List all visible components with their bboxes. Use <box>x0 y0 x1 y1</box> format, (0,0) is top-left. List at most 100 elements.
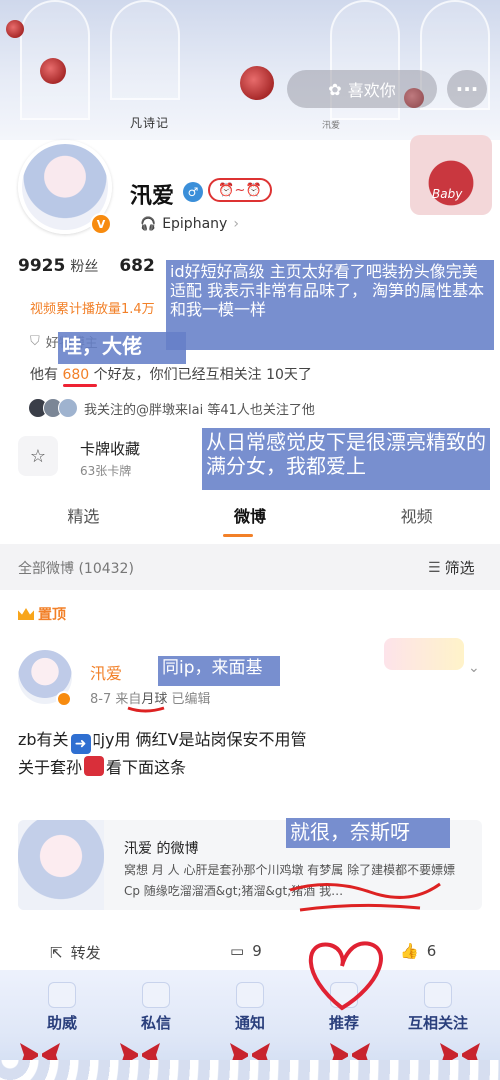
nav-mutual-follow[interactable]: 互相关注 <box>388 1012 488 1033</box>
post-text-segment: jy用 俩红Ⅴ是站岗保安不用管 <box>100 730 307 749</box>
post-source[interactable]: 月球 <box>141 692 167 707</box>
message-icon <box>142 982 170 1008</box>
crown-icon <box>18 608 34 620</box>
mailbox-emoji-icon <box>84 756 105 776</box>
forward-label: 转发 <box>70 944 101 962</box>
card-collection-icon[interactable]: ☆ <box>18 436 58 476</box>
followers-label: 粉丝 <box>70 259 99 275</box>
like-post-button[interactable]: 👍 6 <box>400 942 436 960</box>
more-button[interactable]: ··· <box>447 70 487 108</box>
tab-video[interactable]: 视频 <box>333 500 500 538</box>
post-from-label: 来自 <box>115 692 142 707</box>
chevron-right-icon: › <box>233 216 239 232</box>
verified-v-icon: V <box>90 213 112 235</box>
annotation-note: 同ip，来面基 <box>158 656 280 686</box>
post-line-2: 关于套孙 看下面这条 <box>18 754 488 782</box>
repost-thumbnail <box>18 820 104 910</box>
nav-recommend[interactable]: 推荐 <box>294 1012 394 1033</box>
post-date: 8-7 <box>90 692 112 707</box>
music-entry[interactable]: 🎧 Epiphany › <box>140 216 239 232</box>
nav-notifications[interactable]: 通知 <box>200 1012 300 1033</box>
sparkle-icon: ✿ <box>328 79 342 99</box>
post-author-name[interactable]: 汛爱 <box>90 660 122 684</box>
card-collection-count: 63张卡牌 <box>80 464 132 478</box>
baby-heart-decoration: Baby <box>410 135 492 215</box>
filter-label: 筛选 <box>444 559 475 577</box>
notification-icon <box>236 982 264 1008</box>
post-body: zb有关 ➜ ﾛjy用 俩红Ⅴ是站岗保安不用管 关于套孙 看下面这条 <box>18 726 488 782</box>
recommend-icon <box>330 982 358 1008</box>
annotation-note: 从日常感觉皮下是很漂亮精致的满分女，我都爱上 <box>202 428 490 490</box>
annotation-note: id好短好高级 主页太好看了吧装扮头像完美适配 我表示非常有品味了， 淘笋的属性… <box>166 260 494 350</box>
mutual-follow-icon <box>424 982 452 1008</box>
repost-title: 汛爱 的微博 <box>124 841 199 857</box>
profile-banner: 凡诗记 汛爱 <box>0 0 500 140</box>
post-meta: 8-7 来自月球 已编辑 <box>90 688 211 707</box>
banner-arch-decoration <box>110 0 180 100</box>
profile-name: 汛爱 <box>130 184 175 209</box>
thumbs-up-icon: 👍 <box>400 942 419 960</box>
post-line-1: zb有关 ➜ ﾛjy用 俩红Ⅴ是站岗保安不用管 <box>18 726 488 754</box>
pinned-label: 置顶 <box>18 604 66 624</box>
post-edited: 已编辑 <box>171 692 211 707</box>
tab-weibo[interactable]: 微博 <box>167 500 334 538</box>
mutual-text: 我关注的@胖墩来lai 等41人也关注了他 <box>84 402 315 418</box>
pinned-text: 置顶 <box>38 607 66 623</box>
profile-tabs: 精选 微博 视频 <box>0 500 500 538</box>
post-actions: ⇱ 转发 ▭ 9 👍 6 <box>0 942 500 972</box>
banner-subtext: 汛爱 <box>321 121 340 131</box>
nav-messages[interactable]: 私信 <box>106 1012 206 1033</box>
music-title: Epiphany <box>162 216 228 232</box>
active-tab-indicator <box>223 534 253 537</box>
lace-decoration <box>0 1060 500 1080</box>
clock-badge-icon[interactable]: ⏰~⏰ <box>208 178 272 202</box>
like-label: 喜欢你 <box>347 81 396 100</box>
comment-count: 9 <box>252 942 262 960</box>
nav-cheer[interactable]: 助威 <box>12 1012 112 1033</box>
card-collection-title[interactable]: 卡牌收藏 <box>80 438 140 459</box>
all-weibo-count: 全部微博 (10432) <box>18 561 134 577</box>
tab-featured[interactable]: 精选 <box>0 500 167 538</box>
filter-button[interactable]: ☰ 筛选 <box>428 557 475 578</box>
shield-icon: ⛉ <box>30 334 40 349</box>
video-plays: 视频累计播放量1.4万 <box>30 302 155 317</box>
banner-brand: 凡诗记 <box>130 116 170 130</box>
rose-decoration <box>6 20 24 38</box>
like-count: 6 <box>426 942 437 960</box>
chevron-down-icon[interactable]: ⌄ <box>468 660 480 676</box>
mutual-avatars <box>28 398 78 418</box>
share-icon: ⇱ <box>50 943 63 962</box>
arrow-right-emoji-icon: ➜ <box>70 734 91 754</box>
annotation-note: 就很，奈斯呀 <box>286 818 450 848</box>
comment-icon: ▭ <box>230 942 245 960</box>
sticker-decoration <box>384 638 464 670</box>
mutual-follow-row[interactable]: 我关注的@胖墩来lai 等41人也关注了他 <box>28 398 315 418</box>
forward-button[interactable]: ⇱ 转发 <box>50 942 101 963</box>
friends-line: 他有 680 个好友，你们已经互相关注 10天了 <box>30 364 312 387</box>
annotation-note: 哇，大佬 <box>58 332 186 364</box>
friends-suffix: 个好友，你们已经互相关注 10天了 <box>93 367 312 383</box>
following-count[interactable]: 682 <box>119 256 155 276</box>
friends-prefix: 他有 <box>30 367 58 383</box>
post-text-segment: 关于套孙 <box>18 758 83 777</box>
post-text-segment: zb有关 <box>18 730 69 749</box>
decoration-text: Baby <box>432 187 463 201</box>
handwritten-underline <box>63 384 97 387</box>
like-button[interactable]: ✿ 喜欢你 <box>287 70 437 108</box>
friends-count[interactable]: 680 <box>62 367 89 383</box>
source-underline-mark <box>127 706 165 713</box>
post-text-segment: 看下面这条 <box>106 758 187 777</box>
cheer-icon <box>48 982 76 1008</box>
male-gender-icon: ♂ <box>183 182 203 202</box>
followers-count[interactable]: 9925 <box>18 256 65 276</box>
repost-text: 窝想 月 人 心肝是套孙那个川鸡墩 有梦属 除了建模都不要嫖嫖 Cp 随缘吃溜溜… <box>124 863 456 898</box>
verified-v-icon <box>56 691 72 707</box>
rose-decoration <box>40 58 66 84</box>
more-icon: ··· <box>455 77 479 101</box>
comment-button[interactable]: ▭ 9 <box>230 942 262 960</box>
headphones-icon: 🎧 <box>140 216 157 232</box>
filter-icon: ☰ <box>428 559 441 576</box>
stats-row: 9925 粉丝 682 <box>18 256 155 276</box>
people-icon: ﾛ <box>92 730 101 749</box>
heart-rose-decoration <box>240 66 274 100</box>
